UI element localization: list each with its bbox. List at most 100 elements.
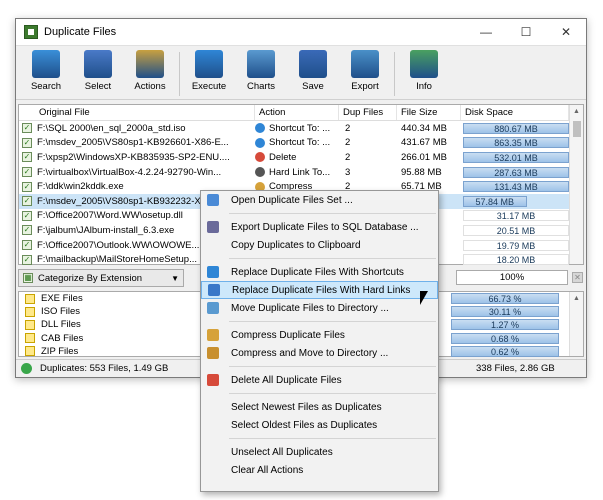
menu-item[interactable]: Compress and Move to Directory ... xyxy=(201,344,438,362)
menu-item-icon xyxy=(208,284,220,296)
minimize-button[interactable]: — xyxy=(466,19,506,46)
cell-action: Shortcut To: ... xyxy=(255,137,339,148)
cell-size: 95.88 MB xyxy=(401,166,442,178)
scroll-up-icon[interactable]: ▲ xyxy=(570,292,583,306)
cell-disk: 20.51 MB xyxy=(461,224,569,236)
menu-item[interactable]: Select Newest Files as Duplicates xyxy=(201,398,438,416)
cell-file: F:\virtualbox\VirtualBox-4.2.24-92790-Wi… xyxy=(37,166,222,178)
table-row[interactable]: ✓ F:\xpsp2\WindowsXP-KB835935-SP2-ENU....… xyxy=(19,150,583,165)
status-left: Duplicates: 553 Files, 1.49 GB xyxy=(40,363,169,374)
menu-item[interactable]: Export Duplicate Files to SQL Database .… xyxy=(201,218,438,236)
category-scrollbar[interactable]: ▲ xyxy=(569,292,583,356)
cell-disk: 31.17 MB xyxy=(461,210,569,222)
disk-bar: 20.51 MB xyxy=(463,224,569,236)
menu-item-icon xyxy=(207,266,219,278)
toolbar: Search Select Actions Execute Charts Save Expo… xyxy=(16,46,586,100)
checkbox-icon[interactable]: ✓ xyxy=(22,152,32,163)
search-button[interactable]: Search xyxy=(20,50,72,98)
menu-item-icon xyxy=(207,329,219,341)
checkbox-icon[interactable]: ✓ xyxy=(22,254,32,265)
menu-item[interactable]: Compress Duplicate Files xyxy=(201,326,438,344)
col-original-file[interactable]: Original File xyxy=(19,105,255,120)
cell-disk: 131.43 MB xyxy=(461,181,569,193)
checkbox-icon[interactable]: ✓ xyxy=(22,167,32,178)
menu-item[interactable]: Open Duplicate Files Set ... xyxy=(201,191,438,209)
close-icon[interactable]: ✕ xyxy=(572,272,583,283)
app-icon xyxy=(24,25,38,39)
col-dup-files[interactable]: Dup Files xyxy=(339,105,397,120)
cell-dups: 3 xyxy=(345,166,351,178)
actions-button[interactable]: Actions xyxy=(124,50,176,98)
toolbar-separator xyxy=(394,52,395,96)
info-button[interactable]: Info xyxy=(398,50,450,98)
window-title: Duplicate Files xyxy=(44,26,117,38)
checkbox-icon[interactable]: ✓ xyxy=(22,240,32,251)
table-row[interactable]: ✓ F:\SQL 2000\en_sql_2000a_std.iso Shortcu… xyxy=(19,121,583,136)
col-file-size[interactable]: File Size xyxy=(397,105,461,120)
action-label: Hard Link To... xyxy=(269,166,331,178)
menu-separator xyxy=(229,393,436,394)
menu-item[interactable]: Select Oldest Files as Duplicates xyxy=(201,416,438,434)
menu-item-icon xyxy=(207,302,219,314)
percent-bar: 30.11 % xyxy=(451,306,559,318)
menu-item-label: Compress Duplicate Files xyxy=(231,329,345,341)
select-label: Select xyxy=(84,81,112,92)
menu-item-label: Export Duplicate Files to SQL Database .… xyxy=(231,221,419,233)
menu-item[interactable]: Replace Duplicate Files With Shortcuts xyxy=(201,263,438,281)
scroll-thumb[interactable] xyxy=(573,121,581,137)
category-select[interactable]: ▦ Categorize By Extension ▼ xyxy=(18,269,184,287)
charts-button[interactable]: Charts xyxy=(235,50,287,98)
menu-item-label: Replace Duplicate Files With Shortcuts xyxy=(231,266,404,278)
folder-icon xyxy=(25,306,35,317)
col-action[interactable]: Action xyxy=(255,105,339,120)
menu-item-icon xyxy=(207,401,219,413)
category-percent: 0.62 % xyxy=(451,345,559,357)
select-button[interactable]: Select xyxy=(72,50,124,98)
category-percent: 30.11 % xyxy=(451,306,559,318)
action-icon xyxy=(255,152,265,163)
table-header: Original File Action Dup Files File Size… xyxy=(19,105,583,121)
disk-bar: 287.63 MB xyxy=(463,166,569,178)
cell-disk: 18.20 MB xyxy=(461,254,569,266)
maximize-button[interactable]: ☐ xyxy=(506,19,546,46)
execute-button[interactable]: Execute xyxy=(183,50,235,98)
menu-item[interactable]: Delete All Duplicate Files xyxy=(201,371,438,389)
disk-bar: 19.79 MB xyxy=(463,239,569,251)
menu-item[interactable]: Move Duplicate Files to Directory ... xyxy=(201,299,438,317)
save-icon xyxy=(299,50,327,78)
cell-size: 266.01 MB xyxy=(401,151,447,163)
charts-icon xyxy=(247,50,275,78)
save-button[interactable]: Save xyxy=(287,50,339,98)
menu-separator xyxy=(229,258,436,259)
menu-item-label: Unselect All Duplicates xyxy=(231,446,333,458)
close-button[interactable]: ✕ xyxy=(546,19,586,46)
table-row[interactable]: ✓ F:\virtualbox\VirtualBox-4.2.24-92790-W… xyxy=(19,165,583,180)
disk-bar: 57.84 MB xyxy=(463,195,527,207)
checkbox-icon[interactable]: ✓ xyxy=(22,210,32,221)
table-row[interactable]: ✓ F:\msdev_2005\VS80sp1-KB926601-X86-E...… xyxy=(19,136,583,151)
table-scrollbar[interactable]: ▲ xyxy=(569,105,583,264)
checkbox-icon[interactable]: ✓ xyxy=(22,181,32,192)
execute-label: Execute xyxy=(191,81,227,92)
charts-label: Charts xyxy=(247,81,275,92)
cell-file: F:\SQL 2000\en_sql_2000a_std.iso xyxy=(37,122,186,134)
menu-item[interactable]: Replace Duplicate Files With Hard Links xyxy=(201,281,438,299)
category-percent: 0.68 % xyxy=(451,332,559,344)
menu-item[interactable]: Copy Duplicates to Clipboard xyxy=(201,236,438,254)
checkbox-icon[interactable]: ✓ xyxy=(22,137,32,148)
checkbox-icon[interactable]: ✓ xyxy=(22,225,32,236)
menu-separator xyxy=(229,438,436,439)
checkbox-icon[interactable]: ✓ xyxy=(22,123,32,134)
cell-action: Shortcut To: ... xyxy=(255,123,339,134)
col-disk-space[interactable]: Disk Space xyxy=(461,105,569,120)
progress-field: 100% xyxy=(456,270,568,285)
menu-item[interactable]: Unselect All Duplicates xyxy=(201,443,438,461)
action-icon xyxy=(255,137,265,148)
export-button[interactable]: Export xyxy=(339,50,391,98)
scroll-up-icon[interactable]: ▲ xyxy=(570,105,583,119)
cell-disk: 19.79 MB xyxy=(461,239,569,251)
menu-item-label: Select Newest Files as Duplicates xyxy=(231,401,382,413)
checkbox-icon[interactable]: ✓ xyxy=(22,196,32,207)
percent-bar: 0.62 % xyxy=(451,345,559,357)
menu-item[interactable]: Clear All Actions xyxy=(201,461,438,479)
